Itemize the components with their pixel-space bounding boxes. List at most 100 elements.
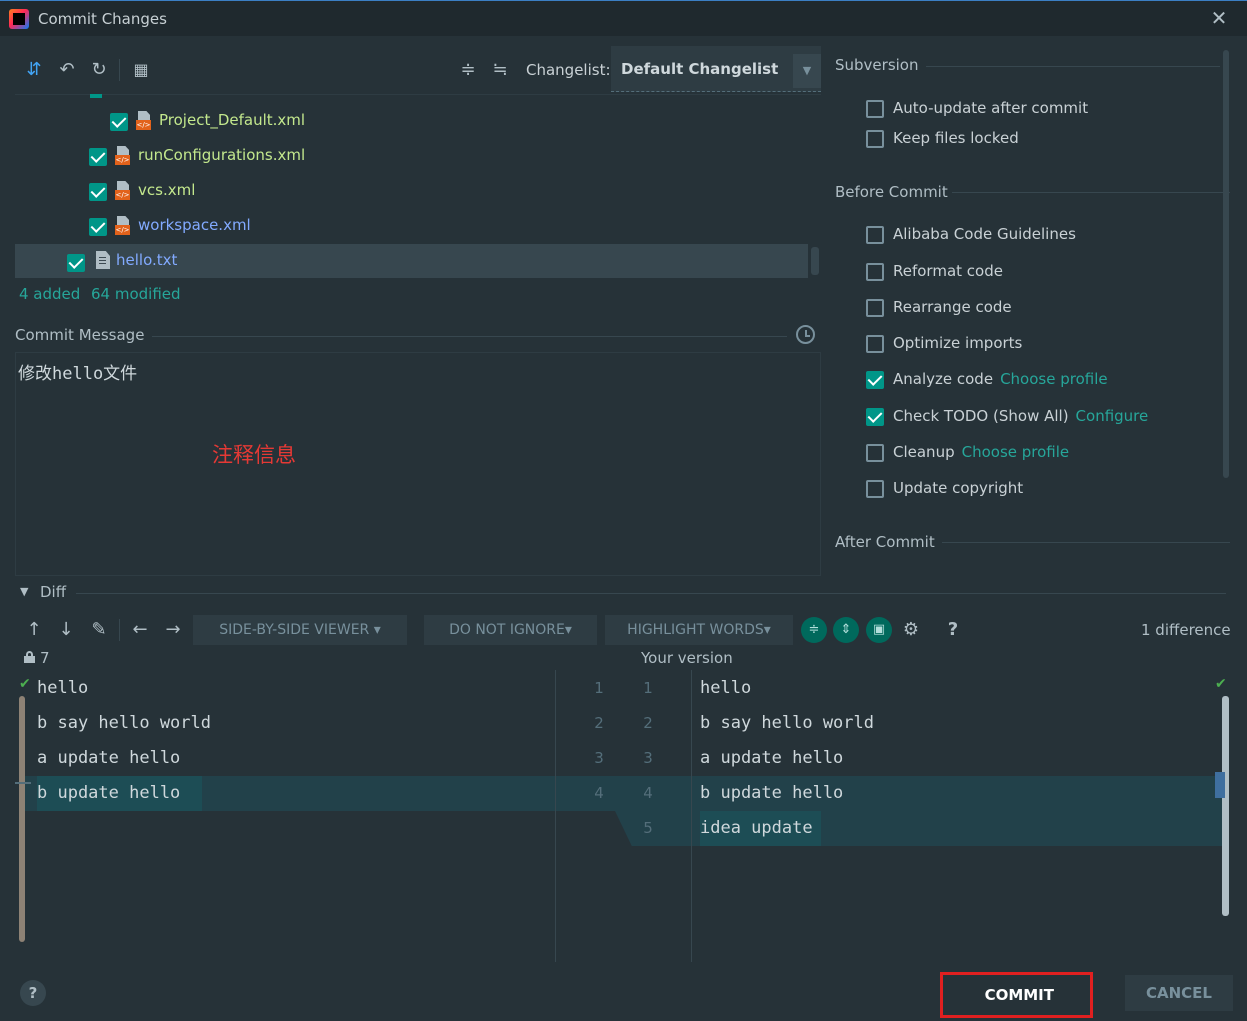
file-checkbox[interactable]: [67, 254, 85, 272]
prev-diff-icon[interactable]: ↑: [23, 619, 45, 641]
pane-divider: [555, 670, 556, 962]
change-marker: [15, 782, 31, 784]
next-diff-icon[interactable]: ↓: [55, 619, 77, 641]
code-line: hello: [700, 678, 752, 698]
choose-profile-link[interactable]: Choose profile: [962, 443, 1070, 461]
file-row[interactable]: </> vcs.xml: [15, 173, 815, 207]
after-commit-title: After Commit: [835, 533, 935, 551]
code-line: hello: [37, 678, 89, 698]
collapse-all-icon[interactable]: ≒: [489, 59, 511, 81]
option-checkbox[interactable]: [866, 100, 884, 118]
commit-message-input[interactable]: 修改hello文件 注释信息: [15, 352, 821, 576]
file-row-selected[interactable]: hello.txt: [15, 244, 808, 278]
ignore-label: DO NOT IGNORE: [449, 622, 565, 638]
option-checkbox[interactable]: [866, 480, 884, 498]
divider: [942, 542, 1230, 543]
left-revision: 7: [40, 649, 50, 667]
code-line: a update hello: [700, 748, 844, 768]
expand-all-icon[interactable]: ≑: [457, 59, 479, 81]
subversion-title: Subversion: [835, 56, 919, 74]
option-checkbox[interactable]: [866, 444, 884, 462]
highlight-label: HIGHLIGHT WORDS: [627, 622, 764, 638]
option-label: Analyze code: [893, 370, 994, 388]
changed-line-bg-gutter: [556, 776, 691, 811]
option-checkbox[interactable]: [866, 263, 884, 281]
file-row[interactable]: </> workspace.xml: [15, 208, 815, 242]
difference-count: 1 difference: [1141, 621, 1231, 639]
before-commit-title: Before Commit: [835, 183, 948, 201]
option-label: Auto-update after commit: [893, 99, 1089, 117]
line-number: 2: [594, 714, 604, 732]
xml-file-icon: </>: [115, 146, 131, 165]
lock-icon[interactable]: ▣: [866, 617, 892, 643]
forward-arrow-icon[interactable]: →: [162, 619, 184, 641]
option-checkbox[interactable]: [866, 335, 884, 353]
code-line: b say hello world: [700, 713, 874, 733]
divider: [76, 593, 1226, 594]
added-count: 4 added: [19, 285, 81, 303]
sync-scroll-icon[interactable]: ⇕: [833, 617, 859, 643]
collapse-diff-icon[interactable]: ▼: [20, 585, 28, 598]
file-name: workspace.xml: [138, 216, 251, 234]
rollback-icon[interactable]: ↶: [56, 59, 78, 81]
text-file-icon: [96, 251, 110, 269]
tree-scrollbar[interactable]: [811, 247, 819, 275]
diff-title: Diff: [40, 583, 67, 601]
settings-icon[interactable]: ⚙: [900, 619, 922, 641]
help-button[interactable]: ?: [20, 980, 46, 1006]
option-checkbox[interactable]: [866, 226, 884, 244]
edit-icon[interactable]: ✎: [88, 619, 110, 641]
refresh-icon[interactable]: ↻: [88, 59, 110, 81]
option-checkbox[interactable]: [866, 408, 884, 426]
viewer-dropdown[interactable]: SIDE-BY-SIDE VIEWER ▾: [193, 615, 407, 645]
group-by-icon[interactable]: ▦: [130, 59, 152, 81]
option-label: Optimize imports: [893, 334, 1023, 352]
right-scrollbar[interactable]: [1222, 696, 1229, 916]
chevron-down-icon[interactable]: ▼: [793, 54, 821, 88]
code-line: b say hello world: [37, 713, 211, 733]
line-number: 2: [643, 714, 653, 732]
file-checkbox[interactable]: [110, 113, 128, 131]
divider: [926, 66, 1220, 67]
back-arrow-icon[interactable]: ←: [129, 619, 151, 641]
ok-check-icon: ✔: [19, 676, 31, 692]
collapse-unchanged-icon[interactable]: ≑: [801, 617, 827, 643]
help-icon[interactable]: ?: [942, 619, 964, 641]
close-icon[interactable]: ✕: [1209, 8, 1229, 28]
option-label: Check TODO (Show All): [893, 407, 1069, 425]
history-icon[interactable]: [796, 325, 815, 344]
option-checkbox[interactable]: [866, 130, 884, 148]
option-label: Cleanup: [893, 443, 955, 461]
commit-button[interactable]: COMMIT: [940, 972, 1093, 1018]
change-marker: [1215, 772, 1225, 798]
option-label: Rearrange code: [893, 298, 1012, 316]
configure-link[interactable]: Configure: [1076, 407, 1149, 425]
option-label: Alibaba Code Guidelines: [893, 225, 1076, 243]
file-name: vcs.xml: [138, 181, 196, 199]
option-checkbox[interactable]: [866, 371, 884, 389]
file-checkbox[interactable]: [89, 183, 107, 201]
file-name: Project_Default.xml: [159, 111, 306, 129]
toolbar-separator: [119, 619, 120, 641]
option-checkbox[interactable]: [866, 299, 884, 317]
file-row[interactable]: </> Project_Default.xml: [15, 103, 815, 137]
code-line: a update hello: [37, 748, 181, 768]
lock-icon: [24, 651, 35, 663]
choose-profile-link[interactable]: Choose profile: [1000, 370, 1108, 388]
code-line: idea update: [700, 818, 813, 838]
line-number: 4: [643, 784, 653, 802]
file-checkbox[interactable]: [89, 218, 107, 236]
ignore-dropdown[interactable]: DO NOT IGNORE▾: [424, 615, 597, 645]
show-diff-icon[interactable]: ⇵: [23, 59, 45, 81]
file-checkbox[interactable]: [89, 148, 107, 166]
options-scrollbar[interactable]: [1223, 50, 1229, 478]
code-line: b update hello: [37, 783, 181, 803]
cancel-button[interactable]: CANCEL: [1125, 975, 1233, 1011]
changelist-select[interactable]: Default Changelist ▼: [611, 46, 821, 92]
left-scrollbar[interactable]: [19, 696, 25, 942]
line-number: 5: [643, 819, 653, 837]
file-name: runConfigurations.xml: [138, 146, 306, 164]
toolbar-separator: [119, 59, 120, 81]
highlight-dropdown[interactable]: HIGHLIGHT WORDS▾: [605, 615, 793, 645]
file-row[interactable]: </> runConfigurations.xml: [15, 138, 815, 172]
